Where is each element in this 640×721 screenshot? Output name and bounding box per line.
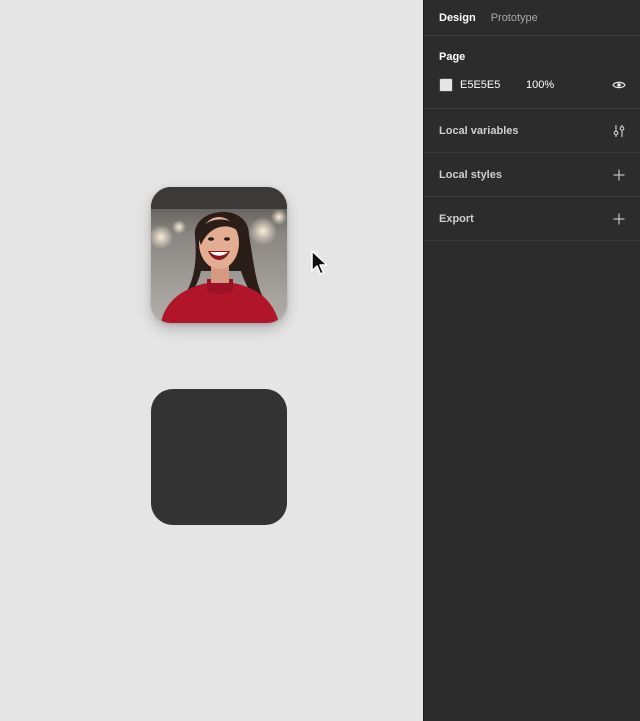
- page-fill-row: E5E5E5 100%: [439, 77, 626, 93]
- placeholder-frame[interactable]: [151, 389, 287, 525]
- page-section-title: Page: [439, 51, 466, 63]
- tab-prototype[interactable]: Prototype: [491, 12, 538, 24]
- properties-panel: Design Prototype Page E5E5E5 100% Local …: [423, 0, 640, 721]
- local-styles-section[interactable]: Local styles: [424, 153, 640, 197]
- portrait-photo: [151, 187, 287, 323]
- photo-frame[interactable]: [151, 187, 287, 323]
- plus-icon[interactable]: [612, 212, 626, 226]
- page-color-hex[interactable]: E5E5E5: [460, 79, 526, 91]
- page-color-swatch[interactable]: [439, 78, 453, 92]
- panel-tabs: Design Prototype: [424, 0, 640, 36]
- export-label: Export: [439, 212, 474, 225]
- plus-icon[interactable]: [612, 168, 626, 182]
- local-variables-section[interactable]: Local variables: [424, 109, 640, 153]
- arrow-cursor-icon: [311, 250, 328, 275]
- design-app: Design Prototype Page E5E5E5 100% Local …: [0, 0, 640, 721]
- local-variables-label: Local variables: [439, 124, 519, 137]
- local-styles-label: Local styles: [439, 168, 502, 181]
- tab-design[interactable]: Design: [439, 12, 476, 24]
- canvas[interactable]: [0, 0, 423, 721]
- page-section: Page E5E5E5 100%: [424, 36, 640, 109]
- eye-icon[interactable]: [612, 80, 626, 90]
- page-opacity[interactable]: 100%: [526, 79, 554, 91]
- variables-icon[interactable]: [612, 124, 626, 138]
- export-section[interactable]: Export: [424, 197, 640, 241]
